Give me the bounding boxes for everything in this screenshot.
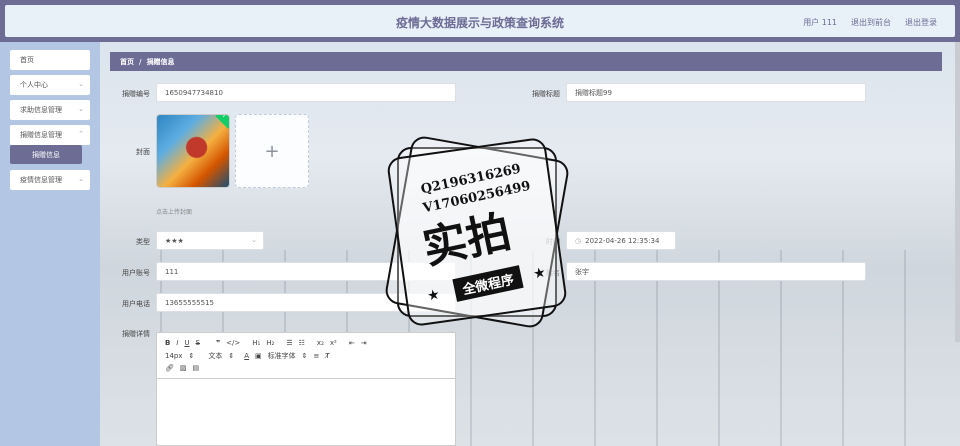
exit-to-front-link[interactable]: 退出到前台 (851, 17, 891, 28)
sidebar: 首页 个人中心 ⌄ 求助信息管理 ⌄ 捐赠信息管理 ⌃ 捐赠信息 疫情信息管理 … (0, 42, 100, 446)
strike-icon[interactable]: S (196, 339, 200, 347)
scrollbar[interactable] (955, 42, 960, 342)
chevron-updown-icon: ⇕ (188, 352, 195, 360)
header-1-icon[interactable]: H₁ (252, 339, 260, 347)
type-select[interactable]: ★★★ ⌄ (156, 231, 264, 250)
donation-no-label: 捐赠编号 (122, 90, 150, 98)
donation-no-field[interactable]: 1650947734810 (156, 83, 456, 102)
top-bar: 疫情大数据展示与政策查询系统 用户 111 退出到前台 退出登录 (0, 0, 960, 42)
donation-title-field[interactable]: 捐赠标题99 (566, 83, 866, 102)
italic-icon[interactable]: I (176, 339, 178, 347)
cover-image[interactable]: ✓ (156, 114, 230, 188)
detail-label: 捐赠详情 (122, 330, 150, 338)
upload-button[interactable]: + (235, 114, 309, 188)
bold-icon[interactable]: B (165, 339, 170, 347)
font-color-icon[interactable]: A (244, 352, 249, 360)
breadcrumb-separator: / (139, 57, 142, 66)
type-select-value: ★★★ (165, 236, 184, 245)
star-icon: ★ (426, 287, 441, 303)
editor-toolbar: B I U S ❞ </> H₁ H₂ ☰ ☷ x₂ x² ⇤ ⇥ 14px ⇕… (157, 333, 455, 379)
header-2-icon[interactable]: H₂ (266, 339, 274, 347)
video-icon[interactable]: ▤ (193, 364, 200, 372)
chevron-down-icon: ⌄ (78, 175, 84, 183)
breadcrumb: 首页 / 捐赠信息 (110, 52, 942, 71)
chevron-down-icon: ⌄ (78, 105, 84, 113)
sidebar-item-label: 首页 (20, 56, 34, 64)
sidebar-item-help-management[interactable]: 求助信息管理 ⌄ (10, 100, 90, 120)
star-icon: ★ (532, 265, 547, 281)
superscript-icon[interactable]: x² (330, 339, 337, 347)
upload-hint: 点击上传封面 (156, 209, 193, 216)
chevron-updown-icon: ⇕ (228, 352, 235, 360)
account-label: 用户账号 (122, 269, 150, 277)
ordered-list-icon[interactable]: ☰ (286, 339, 292, 347)
name-field[interactable]: 张宇 (566, 262, 866, 281)
indent-icon[interactable]: ⇥ (361, 339, 367, 347)
chevron-down-icon: ⌄ (78, 80, 84, 88)
chevron-updown-icon: ⇕ (301, 352, 308, 360)
top-links: 用户 111 退出到前台 退出登录 (803, 17, 937, 28)
sidebar-item-label: 求助信息管理 (20, 106, 62, 114)
clock-icon: ◷ (575, 236, 582, 245)
check-icon: ✓ (221, 114, 227, 120)
sidebar-item-donation-management[interactable]: 捐赠信息管理 ⌃ (10, 125, 90, 145)
breadcrumb-home[interactable]: 首页 (120, 57, 134, 67)
clear-format-icon[interactable]: T̸ (325, 352, 329, 360)
phone-label: 用户电话 (122, 300, 150, 308)
image-icon[interactable]: ▨ (180, 364, 187, 372)
time-value: 2022-04-26 12:35:34 (585, 236, 660, 245)
type-label: 类型 (136, 238, 150, 246)
outdent-icon[interactable]: ⇤ (349, 339, 355, 347)
sidebar-item-label: 捐赠信息管理 (20, 131, 62, 139)
toolbar-row-2: 14px ⇕ 文本 ⇕ A ▣ 标准字体 ⇕ ≡ T̸ (165, 351, 330, 361)
bullet-list-icon[interactable]: ☷ (299, 339, 305, 347)
align-icon[interactable]: ≡ (314, 352, 320, 360)
time-field[interactable]: ◷ 2022-04-26 12:35:34 (566, 231, 676, 250)
code-block-icon[interactable]: </> (226, 339, 240, 347)
font-family-select[interactable]: 标准字体 (268, 351, 296, 361)
donation-title-label: 捐赠标题 (532, 90, 560, 98)
sidebar-item-epidemic-management[interactable]: 疫情信息管理 ⌄ (10, 170, 90, 190)
chevron-up-icon: ⌃ (78, 130, 84, 138)
toolbar-row-3: 🔗︎ ▨ ▤ (165, 364, 199, 372)
sidebar-item-label: 个人中心 (20, 81, 48, 89)
chevron-down-icon: ⌄ (251, 236, 257, 244)
cover-label: 封面 (136, 148, 150, 156)
watermark-stamp: Q2196316269 V17060256499 实拍 全微程序 ★ ★ (382, 132, 572, 332)
toolbar-row-1: B I U S ❞ </> H₁ H₂ ☰ ☷ x₂ x² ⇤ ⇥ (165, 339, 367, 347)
blockquote-icon[interactable]: ❞ (216, 339, 220, 347)
breadcrumb-current: 捐赠信息 (146, 57, 175, 66)
cover-artwork (157, 115, 229, 187)
subscript-icon[interactable]: x₂ (317, 339, 324, 347)
font-size-select[interactable]: 14px (165, 352, 183, 360)
background-color-icon[interactable]: ▣ (255, 352, 262, 360)
top-bar-inner: 疫情大数据展示与政策查询系统 用户 111 退出到前台 退出登录 (5, 5, 955, 37)
sidebar-item-label: 疫情信息管理 (20, 176, 62, 184)
sidebar-subitem-donation-info[interactable]: 捐赠信息 (10, 145, 82, 164)
text-style-select[interactable]: 文本 (208, 351, 222, 361)
link-icon[interactable]: 🔗︎ (165, 364, 174, 372)
underline-icon[interactable]: U (184, 339, 189, 347)
user-label: 用户 111 (803, 18, 837, 27)
logout-link[interactable]: 退出登录 (905, 17, 937, 28)
rich-text-editor[interactable]: B I U S ❞ </> H₁ H₂ ☰ ☷ x₂ x² ⇤ ⇥ 14px ⇕… (156, 332, 456, 446)
sidebar-item-home[interactable]: 首页 (10, 50, 90, 70)
sidebar-item-personal-center[interactable]: 个人中心 ⌄ (10, 75, 90, 95)
